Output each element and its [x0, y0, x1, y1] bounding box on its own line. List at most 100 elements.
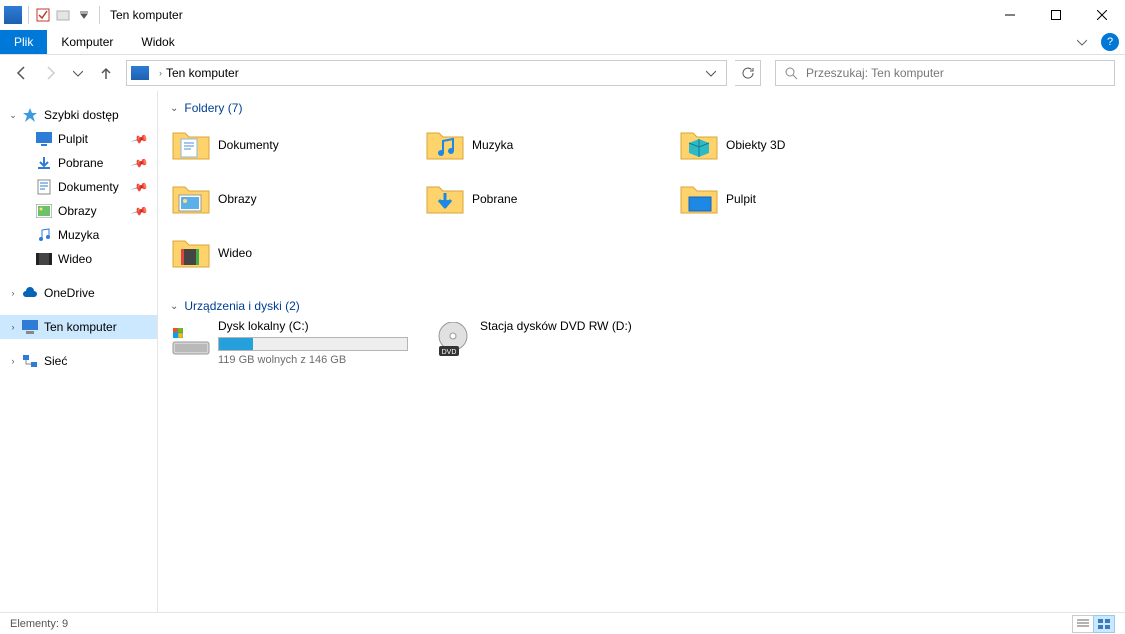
help-button[interactable]: ?: [1101, 33, 1119, 51]
folder-video[interactable]: Wideo: [170, 229, 424, 277]
folder-3d-icon: [678, 124, 720, 166]
chevron-right-icon[interactable]: ›: [159, 68, 162, 78]
pictures-icon: [36, 203, 52, 219]
pin-icon: 📌: [131, 178, 149, 196]
chevron-down-icon: ⌄: [170, 301, 178, 312]
folder-label: Pulpit: [726, 192, 756, 206]
storage-bar: [218, 337, 408, 351]
folder-desktop[interactable]: Pulpit: [678, 175, 932, 223]
folder-music[interactable]: Muzyka: [424, 121, 678, 169]
tree-item-video[interactable]: Wideo: [0, 247, 157, 271]
nav-back[interactable]: [10, 61, 34, 85]
navbar: › Ten komputer Przeszukaj: Ten komputer: [0, 55, 1125, 91]
pc-icon: [131, 66, 149, 80]
divider: [99, 6, 100, 24]
divider: [28, 6, 29, 24]
folder-3dobjects[interactable]: Obiekty 3D: [678, 121, 932, 169]
view-details-button[interactable]: [1072, 615, 1094, 633]
device-freespace: 119 GB wolnych z 146 GB: [218, 354, 420, 366]
pin-icon: 📌: [131, 202, 149, 220]
folder-pictures[interactable]: Obrazy: [170, 175, 424, 223]
folder-label: Wideo: [218, 246, 252, 260]
folders-grid: Dokumenty Muzyka Obiekty 3D Obrazy Pobra…: [170, 121, 1113, 277]
tree-onedrive[interactable]: › OneDrive: [0, 281, 157, 305]
folder-label: Dokumenty: [218, 138, 279, 152]
chevron-right-icon[interactable]: ›: [8, 356, 18, 366]
tree-item-desktop[interactable]: Pulpit 📌: [0, 127, 157, 151]
minimize-button[interactable]: [987, 0, 1033, 30]
tree-label: Ten komputer: [44, 320, 117, 334]
svg-text:DVD: DVD: [442, 349, 457, 356]
pin-icon: 📌: [131, 130, 149, 148]
tree-network[interactable]: › Sieć: [0, 349, 157, 373]
tree-label: Muzyka: [58, 228, 99, 242]
nav-recent[interactable]: [66, 61, 90, 85]
group-title: Urządzenia i dyski: [184, 299, 281, 313]
device-label: Dysk lokalny (C:): [218, 319, 420, 333]
address-bar[interactable]: › Ten komputer: [126, 60, 727, 86]
app-icon: [4, 6, 22, 24]
tree-label: OneDrive: [44, 286, 95, 300]
search-icon: [784, 66, 798, 80]
nav-up[interactable]: [94, 61, 118, 85]
tab-file[interactable]: Plik: [0, 30, 47, 54]
qat-dropdown[interactable]: [77, 7, 91, 23]
address-segment[interactable]: Ten komputer: [166, 66, 239, 80]
downloads-icon: [36, 155, 52, 171]
chevron-down-icon[interactable]: ⌄: [8, 110, 18, 121]
folder-downloads-icon: [424, 178, 466, 220]
ribbon-expand[interactable]: [1069, 30, 1095, 54]
qat-properties-icon[interactable]: [35, 7, 51, 23]
group-devices-header[interactable]: ⌄ Urządzenia i dyski (2): [170, 299, 1113, 313]
device-local-disk-c[interactable]: Dysk lokalny (C:) 119 GB wolnych z 146 G…: [170, 319, 420, 366]
folder-label: Obrazy: [218, 192, 257, 206]
folder-video-icon: [170, 232, 212, 274]
hdd-icon: [170, 319, 212, 361]
desktop-icon: [36, 131, 52, 147]
titlebar: Ten komputer: [0, 0, 1125, 30]
pin-icon: 📌: [131, 154, 149, 172]
view-tiles-button[interactable]: [1093, 615, 1115, 633]
refresh-button[interactable]: [735, 60, 761, 86]
tree-item-downloads[interactable]: Pobrane 📌: [0, 151, 157, 175]
qat-newfolder-icon[interactable]: [55, 7, 71, 23]
nav-forward: [38, 61, 62, 85]
folder-downloads[interactable]: Pobrane: [424, 175, 678, 223]
maximize-button[interactable]: [1033, 0, 1079, 30]
folder-documents[interactable]: Dokumenty: [170, 121, 424, 169]
cloud-icon: [22, 285, 38, 301]
tree-label: Wideo: [58, 252, 92, 266]
nav-tree: ⌄ Szybki dostęp Pulpit 📌 Pobrane 📌 Dokum…: [0, 91, 158, 612]
dvd-icon: DVD: [432, 319, 474, 361]
group-folders-header[interactable]: ⌄ Foldery (7): [170, 101, 1113, 115]
chevron-right-icon[interactable]: ›: [8, 322, 18, 332]
ribbon: Plik Komputer Widok ?: [0, 30, 1125, 55]
chevron-right-icon[interactable]: ›: [8, 288, 18, 298]
tab-computer[interactable]: Komputer: [47, 30, 127, 54]
status-bar: Elementy: 9: [0, 612, 1125, 634]
tree-item-documents[interactable]: Dokumenty 📌: [0, 175, 157, 199]
star-icon: [22, 107, 38, 123]
tree-label: Pulpit: [58, 132, 88, 146]
tree-this-pc[interactable]: › Ten komputer: [0, 315, 157, 339]
tree-quick-access[interactable]: ⌄ Szybki dostęp: [0, 103, 157, 127]
close-button[interactable]: [1079, 0, 1125, 30]
folder-label: Muzyka: [472, 138, 513, 152]
search-placeholder: Przeszukaj: Ten komputer: [806, 66, 944, 80]
folder-label: Pobrane: [472, 192, 517, 206]
chevron-down-icon: ⌄: [170, 103, 178, 114]
folder-pictures-icon: [170, 178, 212, 220]
device-dvd-d[interactable]: DVD Stacja dysków DVD RW (D:): [432, 319, 682, 366]
tree-item-pictures[interactable]: Obrazy 📌: [0, 199, 157, 223]
tree-label: Pobrane: [58, 156, 103, 170]
folder-documents-icon: [170, 124, 212, 166]
documents-icon: [36, 179, 52, 195]
tree-label: Obrazy: [58, 204, 97, 218]
search-input[interactable]: Przeszukaj: Ten komputer: [775, 60, 1115, 86]
folder-label: Obiekty 3D: [726, 138, 785, 152]
tab-view[interactable]: Widok: [127, 30, 188, 54]
network-icon: [22, 353, 38, 369]
address-history-dropdown[interactable]: [700, 68, 722, 78]
folder-music-icon: [424, 124, 466, 166]
tree-item-music[interactable]: Muzyka: [0, 223, 157, 247]
